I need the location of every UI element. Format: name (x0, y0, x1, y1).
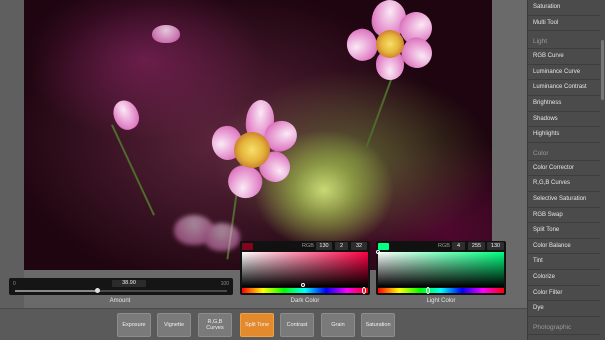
filter-sidebar: Saturation Multi Tool Light RGB Curve Lu… (527, 0, 605, 340)
dark-color-sv-marker[interactable] (301, 283, 305, 287)
sidebar-item-brightness[interactable]: Brightness (528, 96, 600, 112)
amount-slider[interactable]: 0 38.90 100 (9, 278, 233, 295)
flower-bud-image (108, 96, 144, 134)
dark-color-swatch (242, 243, 253, 250)
light-color-rgb-label: RGB (438, 243, 450, 249)
dark-color-hue-bar[interactable] (242, 288, 368, 293)
light-color-picker[interactable]: RGB 4 255 130 (376, 241, 506, 295)
dark-color-rgb-label: RGB (302, 243, 314, 249)
sidebar-section-color: Color (528, 147, 600, 161)
tool-contrast-button[interactable]: Contrast (280, 313, 314, 337)
dark-color-label: Dark Color (290, 298, 320, 304)
canvas-margin-left (0, 0, 24, 308)
dark-color-r-field[interactable]: 130 (316, 242, 332, 250)
sidebar-item-highlights[interactable]: Highlights (528, 127, 600, 143)
tool-exposure-button[interactable]: Exposure (117, 313, 151, 337)
amount-label: Amount (109, 298, 131, 304)
tool-rgb-curves-button[interactable]: R,G,B Curves (198, 313, 232, 337)
sidebar-item-saturation[interactable]: Saturation (528, 0, 600, 16)
sidebar-item-luminance-contrast[interactable]: Luminance Contrast (528, 80, 600, 96)
amount-max-label: 100 (220, 281, 229, 287)
flower-bud-image (152, 25, 182, 47)
sidebar-item-color-filter[interactable]: Color Filter (528, 286, 600, 302)
tool-split-tone-button[interactable]: Split Tone (240, 313, 274, 337)
amount-slider-track[interactable] (15, 288, 227, 293)
sidebar-item-rgb-curve[interactable]: RGB Curve (528, 49, 600, 65)
sidebar-item-multi-tool[interactable]: Multi Tool (528, 16, 600, 32)
light-color-label: Light Color (426, 298, 456, 304)
sidebar-item-selective-saturation[interactable]: Selective Saturation (528, 192, 600, 208)
sidebar-item-split-tone[interactable]: Split Tone (528, 223, 600, 239)
light-color-hue-bar[interactable] (378, 288, 504, 293)
sidebar-section-light: Light (528, 35, 600, 50)
sidebar-section-photographic: Photographic (528, 321, 600, 335)
light-color-g-field[interactable]: 255 (468, 242, 485, 250)
tool-vignette-button[interactable]: Vignette (157, 313, 191, 337)
flower-image (174, 215, 244, 255)
dark-color-hue-marker[interactable] (362, 287, 366, 294)
flower-stem (110, 124, 156, 216)
amount-slider-fill (15, 290, 98, 292)
sidebar-item-rgb-curves[interactable]: R,G,B Curves (528, 176, 600, 192)
sidebar-item-luminance-curve[interactable]: Luminance Curve (528, 65, 600, 81)
tool-grain-button[interactable]: Grain (321, 313, 355, 337)
sidebar-item-tint[interactable]: Tint (528, 254, 600, 270)
flower-image (209, 98, 310, 206)
light-color-b-field[interactable]: 130 (487, 242, 504, 250)
flower-stem (365, 72, 395, 148)
sidebar-item-rgb-swap[interactable]: RGB Swap (528, 208, 600, 224)
sidebar-scrollbar[interactable] (601, 40, 604, 100)
light-color-r-field[interactable]: 4 (452, 242, 465, 250)
amount-value-field[interactable]: 38.90 (112, 280, 146, 287)
sidebar-item-color-balance[interactable]: Color Balance (528, 239, 600, 255)
light-color-sv-marker[interactable] (376, 250, 380, 254)
dark-color-g-field[interactable]: 2 (335, 242, 348, 250)
sidebar-item-colorize[interactable]: Colorize (528, 270, 600, 286)
amount-slider-thumb[interactable] (95, 288, 101, 293)
amount-min-label: 0 (13, 281, 16, 287)
photo-canvas[interactable] (24, 0, 492, 270)
tool-saturation-button[interactable]: Saturation (361, 313, 395, 337)
dark-color-picker[interactable]: RGB 130 2 32 (240, 241, 370, 295)
sidebar-item-shadows[interactable]: Shadows (528, 112, 600, 128)
light-color-hue-marker[interactable] (426, 287, 430, 294)
dark-color-b-field[interactable]: 32 (351, 242, 367, 250)
workspace: 0 38.90 100 Amount RGB 130 2 32 Dark Col… (0, 0, 527, 308)
sidebar-item-color-corrector[interactable]: Color Corrector (528, 161, 600, 177)
light-color-swatch (378, 243, 389, 250)
sidebar-item-dye[interactable]: Dye (528, 301, 600, 317)
dark-color-saturation-field[interactable] (242, 252, 368, 287)
light-color-saturation-field[interactable] (378, 252, 504, 287)
filter-toolbar: Exposure Vignette R,G,B Curves Split Ton… (0, 308, 527, 340)
flower-image (342, 0, 447, 82)
